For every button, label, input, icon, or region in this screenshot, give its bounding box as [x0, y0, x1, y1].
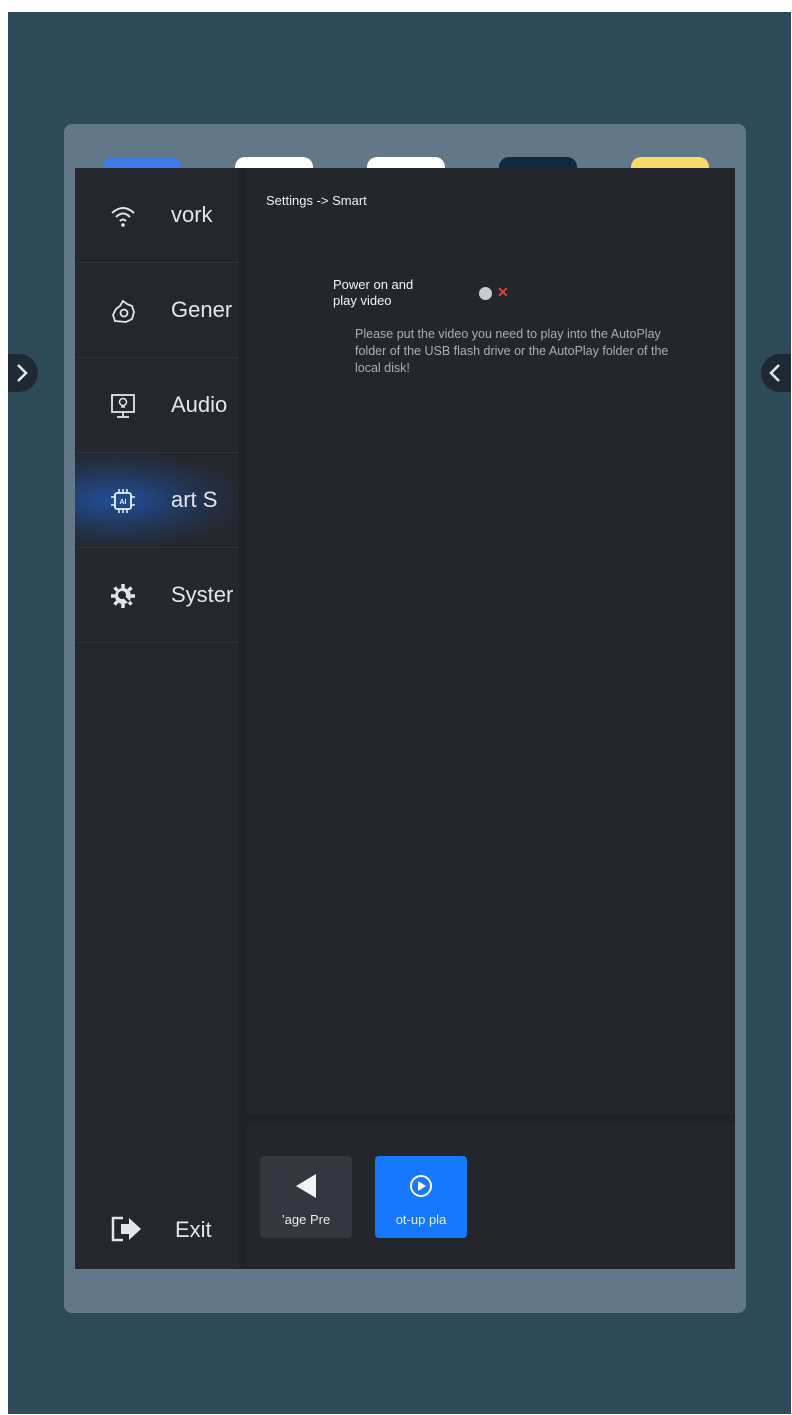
setting-label-line-1: Power on and — [333, 277, 414, 292]
exit-label: Exit — [175, 1217, 212, 1242]
power-on-play-video-toggle[interactable]: ✕ — [479, 284, 509, 301]
settings-panel: vork Gener Audio AI art S Syster Exit Se… — [75, 168, 735, 1269]
sidebar-item-label: Syster — [171, 582, 234, 607]
sidebar-item-label: vork — [171, 202, 213, 227]
svg-text:AI: AI — [120, 499, 127, 506]
ai-chip-icon: AI — [111, 489, 135, 513]
boot-up-play-label: ot-up pla — [395, 1212, 447, 1227]
sidebar: vork Gener Audio AI art S Syster Exit — [75, 168, 239, 1269]
sidebar-item-smart[interactable]: AI art S — [75, 453, 239, 548]
exit-icon — [111, 1216, 141, 1242]
play-circle-icon — [375, 1170, 467, 1202]
close-icon: ✕ — [497, 284, 509, 300]
sidebar-item-network[interactable]: vork — [75, 168, 239, 263]
bottom-toolbar: ’age Pre ot-up pla — [247, 1124, 735, 1269]
breadcrumb: Settings -> Smart — [266, 193, 367, 208]
previous-page-label: ’age Pre — [281, 1212, 331, 1227]
previous-page-button[interactable]: ’age Pre — [260, 1156, 352, 1238]
toggle-knob — [479, 287, 492, 300]
sidebar-item-label: art S — [171, 487, 218, 512]
chevron-left-icon — [769, 364, 780, 382]
help-text: Please put the video you need to play in… — [355, 327, 669, 375]
settings-content: Settings -> Smart Power on and play vide… — [247, 168, 735, 1114]
sidebar-item-system[interactable]: Syster — [75, 548, 239, 643]
exit-button[interactable]: Exit — [109, 1213, 239, 1253]
sidebar-item-general[interactable]: Gener — [75, 263, 239, 358]
chevron-right-icon — [17, 364, 28, 382]
system-gear-icon — [111, 584, 135, 608]
left-edge-toggle[interactable] — [8, 354, 38, 392]
right-edge-toggle[interactable] — [761, 354, 791, 392]
power-on-play-video-label: Power on and play video — [333, 277, 443, 309]
sidebar-item-label: Gener — [171, 297, 233, 322]
setting-label-line-2: play video — [333, 293, 392, 308]
triangle-left-icon — [260, 1170, 352, 1202]
settings-cloud-icon — [112, 299, 135, 323]
monitor-bulb-icon — [111, 394, 135, 418]
boot-up-play-button[interactable]: ot-up pla — [375, 1156, 467, 1238]
screen-background: vork Gener Audio AI art S Syster Exit Se… — [8, 12, 791, 1414]
sidebar-item-label: Audio — [171, 392, 228, 417]
wifi-icon — [111, 207, 135, 227]
sidebar-item-audio[interactable]: Audio — [75, 358, 239, 453]
